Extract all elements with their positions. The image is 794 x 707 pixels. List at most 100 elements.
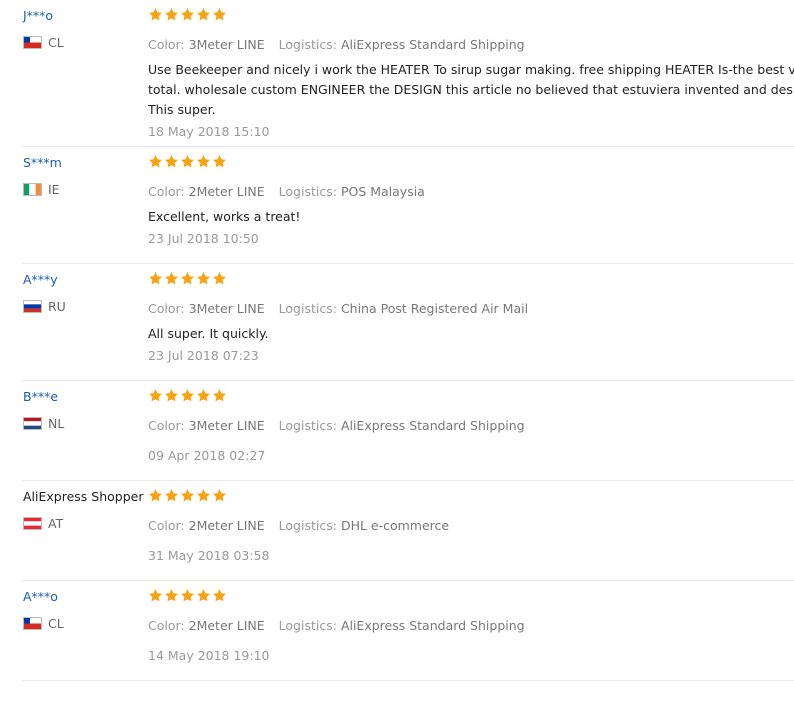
review-text: All super. It quickly. bbox=[148, 324, 794, 344]
logistics-label: Logistics: bbox=[278, 418, 337, 433]
color-label: Color: bbox=[148, 37, 185, 52]
star-rating bbox=[148, 588, 794, 606]
review-item: A***y RU Color: 3Meter LINE Logistics: C… bbox=[22, 264, 794, 381]
color-value: 2Meter LINE bbox=[188, 518, 265, 533]
star-icon bbox=[164, 488, 179, 506]
reviewer-country: NL bbox=[23, 415, 149, 431]
review-content: Color: 3Meter LINE Logistics: AliExpress… bbox=[148, 7, 794, 141]
star-icon bbox=[180, 588, 195, 606]
review-content: Color: 2Meter LINE Logistics: DHL e-comm… bbox=[148, 488, 794, 565]
review-text-line: total. wholesale custom ENGINEER the DES… bbox=[148, 82, 794, 97]
star-icon bbox=[212, 388, 227, 406]
reviewer-info: B***e NL bbox=[23, 388, 149, 431]
order-info: Color: 2Meter LINE Logistics: POS Malays… bbox=[148, 183, 794, 200]
order-info: Color: 3Meter LINE Logistics: China Post… bbox=[148, 300, 794, 317]
star-rating bbox=[148, 271, 794, 289]
review-date: 23 Jul 2018 10:50 bbox=[148, 231, 259, 246]
star-icon bbox=[180, 271, 195, 289]
review-date: 18 May 2018 15:10 bbox=[148, 124, 270, 139]
review-item: S***m IE Color: 2Meter LINE Logistics: P… bbox=[22, 147, 794, 264]
reviewer-country: CL bbox=[23, 34, 149, 50]
reviewer-info: AliExpress Shopper AT bbox=[23, 488, 149, 531]
star-icon bbox=[212, 7, 227, 25]
color-value: 2Meter LINE bbox=[188, 618, 265, 633]
country-flag-icon bbox=[23, 35, 42, 49]
logistics-value: DHL e-commerce bbox=[340, 518, 450, 533]
color-value: 3Meter LINE bbox=[188, 37, 265, 52]
order-info: Color: 3Meter LINE Logistics: AliExpress… bbox=[148, 417, 794, 434]
star-icon bbox=[212, 488, 227, 506]
reviewer-name[interactable]: A***o bbox=[23, 588, 149, 606]
review-item: B***e NL Color: 3Meter LINE Logistics: A… bbox=[22, 381, 794, 481]
review-text: Use Beekeeper and nicely i work the HEAT… bbox=[148, 60, 794, 120]
star-icon bbox=[148, 588, 163, 606]
review-date: 23 Jul 2018 07:23 bbox=[148, 348, 259, 363]
reviewer-name[interactable]: S***m bbox=[23, 154, 149, 172]
review-content: Color: 3Meter LINE Logistics: China Post… bbox=[148, 271, 794, 365]
star-icon bbox=[196, 154, 211, 172]
review-item: AliExpress Shopper AT Color: 2Meter LINE… bbox=[22, 481, 794, 581]
star-icon bbox=[164, 588, 179, 606]
star-icon bbox=[164, 154, 179, 172]
star-icon bbox=[196, 7, 211, 25]
order-info: Color: 3Meter LINE Logistics: AliExpress… bbox=[148, 36, 794, 53]
logistics-label: Logistics: bbox=[278, 301, 337, 316]
reviewer-country: RU bbox=[23, 298, 149, 314]
reviewer-name[interactable]: A***y bbox=[23, 271, 149, 289]
star-icon bbox=[148, 488, 163, 506]
country-flag-icon bbox=[23, 516, 42, 530]
reviewer-name: AliExpress Shopper bbox=[23, 489, 144, 504]
country-code: IE bbox=[48, 181, 60, 197]
review-text-line: Use Beekeeper and nicely i work the HEAT… bbox=[148, 62, 794, 77]
country-code: NL bbox=[48, 415, 65, 431]
logistics-label: Logistics: bbox=[278, 184, 337, 199]
color-label: Color: bbox=[148, 301, 185, 316]
star-rating bbox=[148, 488, 794, 506]
logistics-value: China Post Registered Air Mail bbox=[340, 301, 529, 316]
star-icon bbox=[212, 154, 227, 172]
reviewer-info: J***o CL bbox=[23, 7, 149, 50]
color-value: 3Meter LINE bbox=[188, 418, 265, 433]
star-icon bbox=[196, 388, 211, 406]
review-date: 31 May 2018 03:58 bbox=[148, 548, 270, 563]
star-icon bbox=[148, 7, 163, 25]
review-content: Color: 2Meter LINE Logistics: POS Malays… bbox=[148, 154, 794, 248]
color-label: Color: bbox=[148, 418, 185, 433]
reviewer-country: IE bbox=[23, 181, 149, 197]
logistics-value: AliExpress Standard Shipping bbox=[340, 418, 525, 433]
country-flag-icon bbox=[23, 416, 42, 430]
review-content: Color: 2Meter LINE Logistics: AliExpress… bbox=[148, 588, 794, 665]
star-icon bbox=[148, 388, 163, 406]
star-icon bbox=[180, 7, 195, 25]
country-flag-icon bbox=[23, 616, 42, 630]
star-icon bbox=[148, 271, 163, 289]
color-label: Color: bbox=[148, 184, 185, 199]
review-text-line: This super. bbox=[148, 102, 216, 117]
reviewer-name[interactable]: B***e bbox=[23, 388, 149, 406]
star-rating bbox=[148, 154, 794, 172]
logistics-value: AliExpress Standard Shipping bbox=[340, 37, 525, 52]
star-icon bbox=[180, 154, 195, 172]
order-info: Color: 2Meter LINE Logistics: DHL e-comm… bbox=[148, 517, 794, 534]
star-icon bbox=[196, 488, 211, 506]
review-text-line: Excellent, works a treat! bbox=[148, 209, 301, 224]
country-code: CL bbox=[48, 34, 64, 50]
reviewer-country: AT bbox=[23, 515, 149, 531]
reviewer-name[interactable]: J***o bbox=[23, 7, 149, 25]
feedback-list: J***o CL Color: 3Meter LINE Logistics: A… bbox=[0, 0, 794, 681]
order-info: Color: 2Meter LINE Logistics: AliExpress… bbox=[148, 617, 794, 634]
star-icon bbox=[180, 388, 195, 406]
logistics-value: POS Malaysia bbox=[340, 184, 425, 199]
star-icon bbox=[164, 7, 179, 25]
country-code: CL bbox=[48, 615, 64, 631]
color-value: 2Meter LINE bbox=[188, 184, 265, 199]
star-icon bbox=[196, 271, 211, 289]
logistics-label: Logistics: bbox=[278, 618, 337, 633]
star-icon bbox=[212, 588, 227, 606]
review-text: Excellent, works a treat! bbox=[148, 207, 794, 227]
review-content: Color: 3Meter LINE Logistics: AliExpress… bbox=[148, 388, 794, 465]
star-icon bbox=[212, 271, 227, 289]
logistics-label: Logistics: bbox=[278, 37, 337, 52]
star-rating bbox=[148, 388, 794, 406]
star-rating bbox=[148, 7, 794, 25]
